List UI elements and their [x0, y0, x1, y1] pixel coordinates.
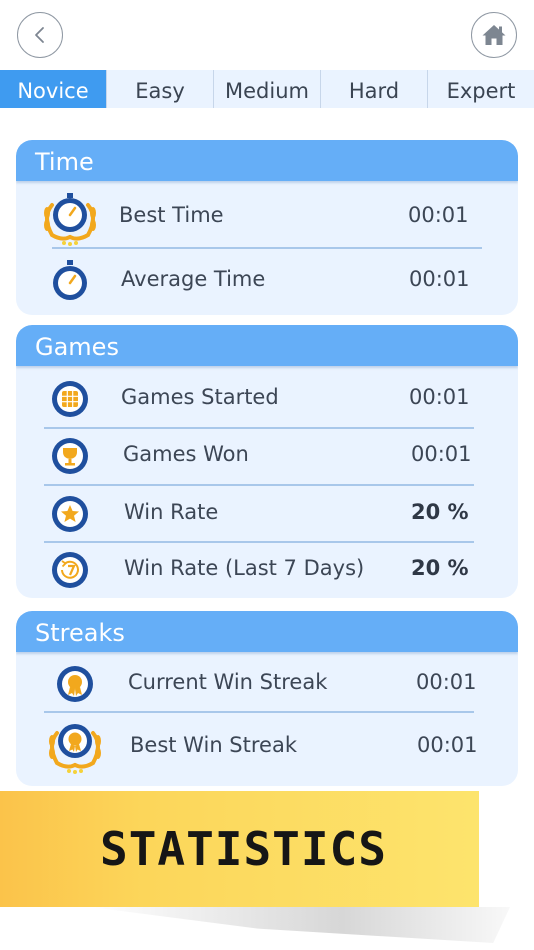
chevron-left-icon: [35, 27, 44, 43]
stat-value: 00:01: [411, 442, 472, 466]
stat-label: Average Time: [121, 267, 266, 291]
stopwatch-laurel-icon: [44, 193, 96, 246]
medal-laurel-icon: [49, 724, 101, 774]
stat-row-average-time: Average Time 00:01: [16, 251, 518, 311]
stopwatch-icon: [53, 260, 87, 300]
stat-row-win-rate: Win Rate 20 %: [16, 484, 518, 544]
stat-label: Win Rate (Last 7 Days): [124, 556, 365, 580]
tab-easy[interactable]: Easy: [106, 70, 213, 108]
divider: [44, 711, 474, 713]
stat-row-best-win-streak: Best Win Streak 00:01: [16, 717, 518, 777]
home-icon: [482, 25, 506, 45]
stat-value: 00:01: [409, 385, 470, 409]
stat-row-games-won: Games Won 00:01: [16, 426, 518, 486]
stat-row-current-win-streak: Current Win Streak 00:01: [16, 654, 518, 714]
medal-icon: [57, 666, 93, 702]
tab-novice[interactable]: Novice: [0, 70, 106, 108]
stat-value: 00:01: [417, 733, 478, 757]
stat-row-games-started: Games Started 00:01: [16, 369, 518, 429]
statistics-banner: STATISTICS: [0, 791, 479, 907]
divider: [52, 247, 482, 249]
games-card-title: Games: [16, 325, 518, 366]
stat-label: Win Rate: [124, 500, 219, 524]
home-button[interactable]: [471, 12, 517, 58]
difficulty-tabs: Novice Easy Medium Hard Expert: [0, 70, 534, 108]
stat-value: 00:01: [409, 267, 470, 291]
tab-expert[interactable]: Expert: [427, 70, 534, 108]
games-card: Games Games Started 00:01 Games Won 00:0…: [16, 325, 518, 598]
streaks-card-title: Streaks: [16, 611, 518, 652]
time-card-title: Time: [16, 140, 518, 181]
time-card: Time Best Time 00:01 Average Time 00:01: [16, 140, 518, 315]
grid-icon: [52, 381, 88, 417]
tab-hard[interactable]: Hard: [320, 70, 427, 108]
streaks-card: Streaks Current Win Streak 00:01 Best Wi…: [16, 611, 518, 786]
banner-title: STATISTICS: [100, 822, 387, 876]
stat-label: Best Time: [119, 203, 224, 227]
seven-days-icon: [52, 552, 88, 588]
stat-label: Best Win Streak: [130, 733, 297, 757]
star-icon: [52, 496, 88, 532]
stat-value: 00:01: [408, 203, 469, 227]
banner-shadow: [90, 907, 510, 943]
stat-value: 20 %: [411, 556, 469, 580]
stat-row-best-time: Best Time 00:01: [16, 187, 518, 247]
stat-label: Games Started: [121, 385, 279, 409]
stat-value: 00:01: [416, 670, 477, 694]
stat-row-win-rate-last-7-days: Win Rate (Last 7 Days) 20 %: [16, 540, 518, 598]
back-button[interactable]: [17, 12, 63, 58]
stat-label: Games Won: [123, 442, 249, 466]
stat-label: Current Win Streak: [128, 670, 328, 694]
stat-value: 20 %: [411, 500, 469, 524]
tab-medium[interactable]: Medium: [213, 70, 320, 108]
trophy-icon: [52, 438, 88, 474]
